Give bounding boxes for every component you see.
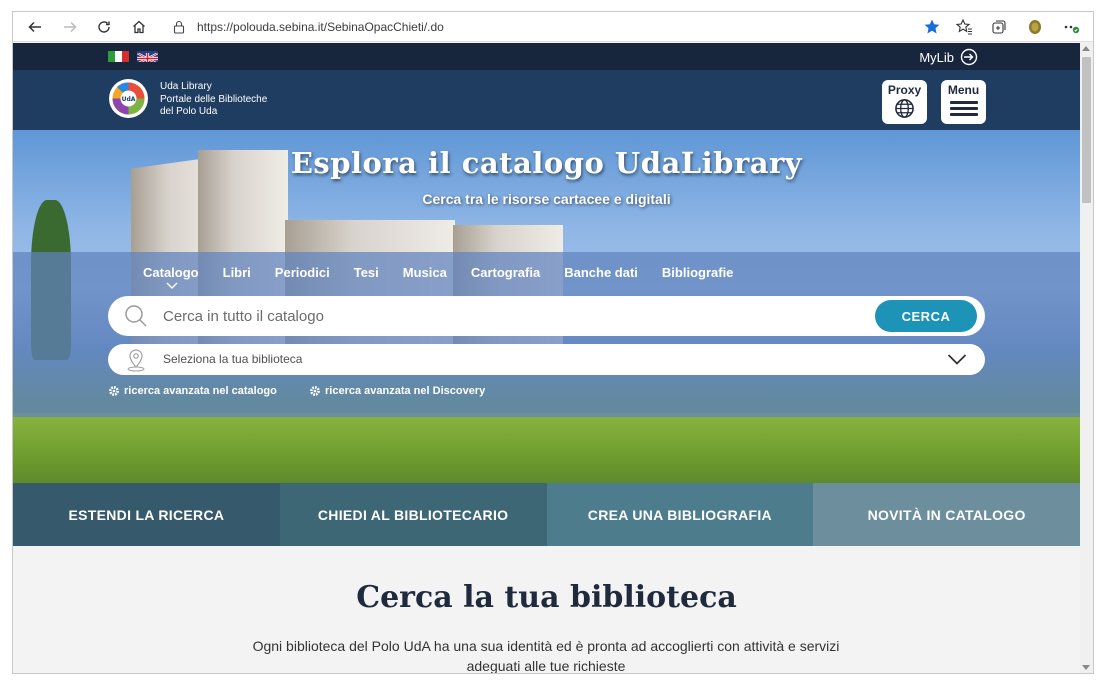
collections-icon: [992, 20, 1006, 34]
collections-button[interactable]: [990, 18, 1008, 36]
chevron-down-icon: [166, 282, 178, 289]
catalog-search-box: CERCA: [108, 296, 985, 336]
lawn-image: [13, 413, 1080, 483]
extension-icon: [1029, 20, 1041, 34]
search-panel: Catalogo Libri Periodici Tesi Musica Car…: [13, 252, 1080, 417]
tab-label: Catalogo: [143, 265, 199, 280]
reload-button[interactable]: [93, 16, 115, 38]
tab-periodici[interactable]: Periodici: [275, 265, 330, 280]
services-band: ESTENDI LA RICERCA CHIEDI AL BIBLIOTECAR…: [13, 483, 1080, 546]
menu-button[interactable]: Menu: [941, 80, 986, 124]
brand-line-1: Uda Library: [160, 81, 212, 92]
library-section: Cerca la tua biblioteca Ogni biblioteca …: [13, 546, 1080, 674]
lock-icon: [173, 20, 185, 34]
arrow-left-icon: [28, 21, 41, 33]
gear-icon: [310, 386, 320, 396]
svg-text:UdA: UdA: [122, 96, 136, 103]
browser-toolbar: https://polouda.sebina.it/SebinaOpacChie…: [13, 12, 1093, 42]
favorites-button[interactable]: [955, 18, 973, 36]
brand-line-2: Portale delle Biblioteche: [160, 93, 268, 105]
proxy-button[interactable]: Proxy: [882, 80, 927, 124]
library-select[interactable]: Seleziona la tua biblioteca: [108, 344, 985, 375]
advanced-search-discovery-link[interactable]: ricerca avanzata nel Discovery: [309, 385, 485, 397]
reload-icon: [98, 21, 110, 33]
site-header: UdA Uda Library Portale delle Bibliotech…: [13, 70, 1080, 130]
estendi-ricerca-button[interactable]: ESTENDI LA RICERCA: [13, 483, 280, 546]
mylib-label: MyLib: [919, 49, 954, 65]
arrow-right-icon: [64, 21, 77, 33]
search-icon: [125, 305, 147, 327]
star-filled-icon[interactable]: [923, 18, 941, 36]
hero-subtitle: Cerca tra le risorse cartacee e digitali: [422, 191, 671, 207]
advanced-catalog-label: ricerca avanzata nel catalogo: [124, 385, 277, 397]
more-dots-icon: [1064, 25, 1080, 34]
login-icon: [960, 48, 978, 66]
tab-cartografia[interactable]: Cartografia: [471, 265, 540, 280]
brand-text[interactable]: Uda Library Portale delle Biblioteche de…: [160, 81, 267, 119]
tab-musica[interactable]: Musica: [403, 265, 447, 280]
advanced-discovery-label: ricerca avanzata nel Discovery: [325, 385, 486, 397]
section-text: Ogni biblioteca del Polo UdA ha una sua …: [252, 638, 840, 674]
hero-title: Esplora il catalogo UdaLibrary: [290, 146, 803, 180]
search-tabs: Catalogo Libri Periodici Tesi Musica Car…: [143, 265, 757, 289]
crea-bibliografia-button[interactable]: CREA UNA BIBLIOGRAFIA: [546, 483, 814, 546]
advanced-search-catalog-link[interactable]: ricerca avanzata nel catalogo: [108, 385, 277, 397]
hamburger-icon: [949, 101, 978, 119]
catalog-search-input[interactable]: [163, 296, 863, 336]
novita-catalogo-button[interactable]: NOVITÀ IN CATALOGO: [813, 483, 1080, 546]
uda-logo[interactable]: UdA: [109, 79, 148, 118]
proxy-label: Proxy: [887, 83, 922, 97]
forward-button[interactable]: [59, 16, 81, 38]
italian-flag-icon[interactable]: [108, 51, 129, 62]
menu-label: Menu: [947, 83, 980, 97]
mylib-link[interactable]: MyLib: [919, 48, 978, 66]
home-button[interactable]: [128, 16, 150, 38]
uk-flag-icon[interactable]: [137, 51, 158, 62]
tab-bibliografie[interactable]: Bibliografie: [662, 265, 734, 280]
browser-window: https://polouda.sebina.it/SebinaOpacChie…: [12, 11, 1094, 674]
hero-banner: Esplora il catalogo UdaLibrary Cerca tra…: [13, 130, 1080, 483]
brand-line-3: del Polo Uda: [160, 106, 218, 117]
scroll-up-arrow-icon[interactable]: [1082, 46, 1090, 51]
extension-button[interactable]: [1026, 18, 1044, 36]
chiedi-bibliotecario-button[interactable]: CHIEDI AL BIBLIOTECARIO: [279, 483, 547, 546]
gear-icon: [109, 386, 119, 396]
favorites-icon: [955, 18, 972, 35]
search-button[interactable]: CERCA: [875, 300, 977, 332]
scroll-down-arrow-icon[interactable]: [1082, 665, 1090, 670]
tab-banche-dati[interactable]: Banche dati: [564, 265, 638, 280]
page-scrollbar[interactable]: [1080, 43, 1093, 673]
globe-icon: [895, 99, 914, 118]
library-select-text: Seleziona la tua biblioteca: [163, 352, 303, 366]
tab-catalogo[interactable]: Catalogo: [143, 265, 199, 289]
scrollbar-thumb[interactable]: [1082, 57, 1091, 203]
url-text: https://polouda.sebina.it/SebinaOpacChie…: [197, 20, 444, 34]
site-topbar: MyLib: [13, 43, 1080, 70]
home-icon: [133, 20, 145, 34]
section-heading: Cerca la tua biblioteca: [356, 580, 737, 615]
back-button[interactable]: [24, 16, 46, 38]
address-bar[interactable]: https://polouda.sebina.it/SebinaOpacChie…: [161, 15, 941, 39]
map-pin-icon: [127, 349, 145, 372]
settings-more-button[interactable]: [1063, 18, 1081, 36]
tab-tesi[interactable]: Tesi: [354, 265, 379, 280]
tab-libri[interactable]: Libri: [223, 265, 251, 280]
chevron-down-icon: [947, 354, 967, 365]
